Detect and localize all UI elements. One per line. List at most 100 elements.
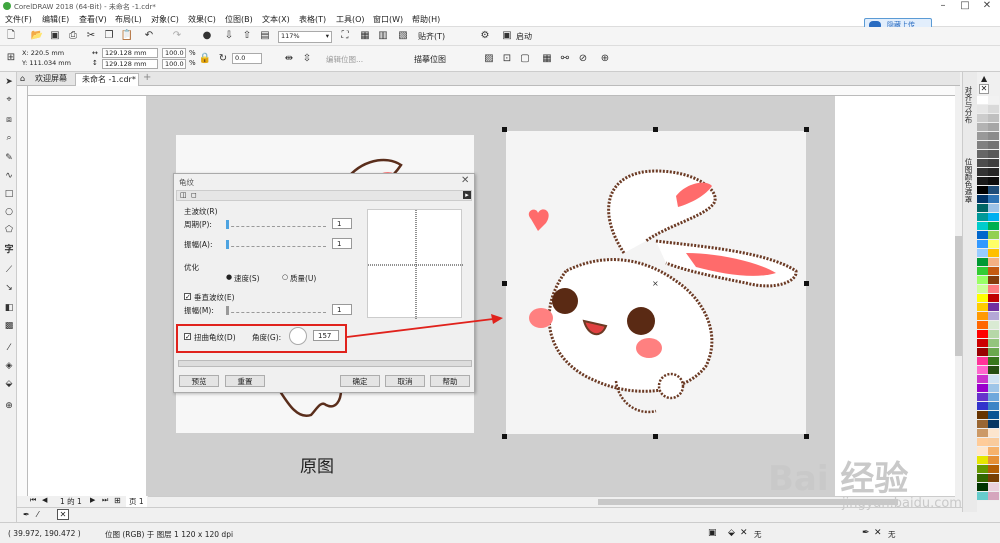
palette-swatch[interactable] (988, 231, 999, 240)
palette-swatch[interactable] (988, 213, 999, 222)
palette-swatch[interactable] (988, 420, 999, 429)
menu-object[interactable]: 对象(C) (151, 14, 179, 25)
period-slider[interactable] (226, 220, 326, 229)
width-field[interactable]: 129.128 mm (102, 48, 158, 58)
guidelines-icon[interactable]: ▧ (396, 29, 410, 43)
selection-handle[interactable] (502, 434, 507, 439)
horizontal-ruler[interactable] (28, 86, 955, 96)
redo-icon[interactable]: ↷ (170, 29, 184, 43)
menu-text[interactable]: 文本(X) (262, 14, 290, 25)
pdf-icon[interactable]: ▤ (258, 29, 272, 43)
link-icon[interactable]: ⚯ (558, 52, 572, 66)
no-color-icon[interactable]: ✕ (979, 84, 989, 94)
palette-swatch[interactable] (988, 141, 999, 150)
palette-swatch[interactable] (988, 447, 999, 456)
palette-swatch[interactable] (977, 456, 988, 465)
palette-swatch[interactable] (977, 492, 988, 501)
quality-radio[interactable]: ○ (282, 273, 288, 281)
minimize-button[interactable]: – (932, 0, 954, 13)
parallel-dimension-icon[interactable]: ⟋ (3, 264, 15, 276)
palette-swatch[interactable] (977, 465, 988, 474)
palette-swatch[interactable] (988, 330, 999, 339)
palette-swatch[interactable] (977, 384, 988, 393)
palette-swatch[interactable] (988, 132, 999, 141)
palette-swatch[interactable] (977, 258, 988, 267)
first-page-icon[interactable]: ⏮ (30, 496, 36, 505)
no-fill-swatch[interactable]: ✕ (57, 509, 69, 520)
palette-swatch[interactable] (977, 366, 988, 375)
palette-swatch[interactable] (988, 339, 999, 348)
new-tab-icon[interactable]: + (143, 72, 151, 83)
selection-handle[interactable] (653, 434, 658, 439)
zoom-select[interactable]: 117% ▾ (278, 31, 332, 43)
palette-swatch[interactable] (988, 366, 999, 375)
prev-page-icon[interactable]: ◀ (42, 496, 47, 504)
palette-swatch[interactable] (988, 483, 999, 492)
tab-welcome[interactable]: 欢迎屏幕 (29, 73, 73, 86)
palette-swatch[interactable] (988, 411, 999, 420)
menu-window[interactable]: 窗口(W) (373, 14, 403, 25)
crop-tool-icon[interactable]: ⧈ (3, 114, 15, 126)
pen-icon[interactable]: ⁄ (37, 510, 38, 519)
edit-bitmap-button[interactable]: 编辑位图... (326, 54, 363, 65)
polygon-tool-icon[interactable]: ⬠ (3, 224, 15, 236)
menu-tools[interactable]: 工具(O) (336, 14, 365, 25)
palette-swatch[interactable] (977, 159, 988, 168)
connector-tool-icon[interactable]: ↘ (3, 282, 15, 294)
palette-swatch[interactable] (988, 348, 999, 357)
zoom-tool-icon[interactable]: ⌕ (3, 132, 15, 144)
palette-swatch[interactable] (977, 357, 988, 366)
palette-swatch[interactable] (988, 438, 999, 447)
selection-handle[interactable] (502, 281, 507, 286)
palette-swatch[interactable] (988, 294, 999, 303)
palette-swatch[interactable] (988, 357, 999, 366)
add-page-icon[interactable]: ⊞ (114, 496, 121, 505)
reset-button[interactable]: 重置 (225, 375, 265, 387)
transparency-tool-icon[interactable]: ▩ (3, 320, 15, 332)
selection-handle[interactable] (653, 127, 658, 132)
help-button[interactable]: 帮助 (430, 375, 470, 387)
palette-swatch[interactable] (977, 231, 988, 240)
palette-swatch[interactable] (977, 213, 988, 222)
speed-radio[interactable]: ● (226, 273, 232, 281)
undo-icon[interactable]: ↶ (142, 29, 156, 43)
palette-swatch[interactable] (988, 492, 999, 501)
maximize-button[interactable]: □ (954, 0, 976, 13)
palette-swatch[interactable] (977, 303, 988, 312)
palette-swatch[interactable] (988, 393, 999, 402)
palette-swatch[interactable] (977, 276, 988, 285)
palette-swatch[interactable] (988, 186, 999, 195)
drop-shadow-icon[interactable]: ◧ (3, 302, 15, 314)
palette-swatch[interactable] (977, 150, 988, 159)
palette-swatch[interactable] (988, 96, 999, 105)
menu-layout[interactable]: 布局(L) (115, 14, 142, 25)
palette-swatch[interactable] (988, 168, 999, 177)
menu-view[interactable]: 查看(V) (79, 14, 107, 25)
palette-swatch[interactable] (977, 132, 988, 141)
docker-tab-align[interactable]: 对齐与分布 (964, 86, 974, 124)
expand-icon[interactable]: ▸ (463, 191, 471, 199)
freehand-tool-icon[interactable]: ✎ (3, 152, 15, 164)
palette-swatch[interactable] (977, 96, 988, 105)
print-icon[interactable]: ⎙ (66, 29, 80, 43)
menu-bitmaps[interactable]: 位图(B) (225, 14, 253, 25)
palette-swatch[interactable] (977, 240, 988, 249)
split-view-icon[interactable]: ◻ (191, 191, 197, 199)
eyedropper-icon[interactable]: ⁄ (3, 342, 15, 354)
menu-help[interactable]: 帮助(H) (412, 14, 440, 25)
palette-swatch[interactable] (988, 465, 999, 474)
cancel-button[interactable]: 取消 (385, 375, 425, 387)
copy-icon[interactable]: ❐ (102, 29, 116, 43)
palette-swatch[interactable] (988, 312, 999, 321)
color-profile-icon[interactable]: ▣ (708, 528, 717, 538)
close-button[interactable]: ✕ (976, 0, 998, 13)
palette-swatch[interactable] (977, 123, 988, 132)
color-palette[interactable] (977, 96, 988, 506)
menu-file[interactable]: 文件(F) (5, 14, 32, 25)
palette-swatch[interactable] (977, 204, 988, 213)
rectangle-tool-icon[interactable]: □ (3, 188, 15, 200)
palette-swatch[interactable] (977, 447, 988, 456)
single-view-icon[interactable]: ◫ (180, 191, 187, 199)
artistic-media-icon[interactable]: ∿ (3, 170, 15, 182)
rulers-icon[interactable]: ▦ (358, 29, 372, 43)
